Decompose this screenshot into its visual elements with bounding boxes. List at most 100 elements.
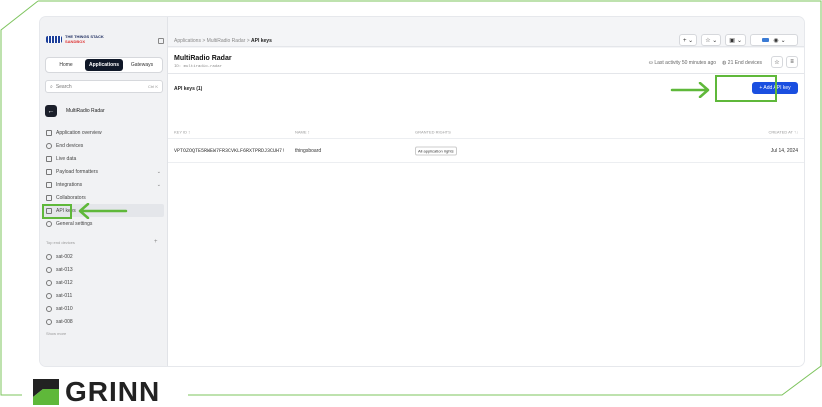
tab-applications[interactable]: Applications [85, 59, 123, 71]
page-header: MultiRadio Radar ID: multiradio-radar ⛀ … [168, 48, 804, 74]
app-logo[interactable]: THE THINGS STACK SANDBOX [46, 34, 104, 44]
top-bar-actions: + ⌄ ☆ ⌄ ▣ ⌄ ◉ ⌄ [679, 34, 798, 46]
top-nav-tabs: Home Applications Gateways [45, 57, 163, 73]
logo-line2: SANDBOX [65, 38, 86, 44]
breadcrumb-separator: > [202, 38, 206, 44]
integration-icon [46, 181, 52, 188]
top-bar: Applications > MultiRadio Radar > API ke… [168, 17, 804, 47]
menu-icon[interactable]: ≡ [786, 56, 798, 68]
sidebar-item-label: Collaborators [56, 194, 86, 201]
breadcrumb-applications[interactable]: Applications [174, 38, 201, 44]
device-label: sat-008 [56, 318, 73, 325]
star-icon[interactable]: ☆ [771, 56, 783, 68]
app-window: THE THINGS STACK SANDBOX Home Applicatio… [40, 17, 804, 366]
device-item[interactable]: sat-011 [42, 289, 164, 302]
logo-mark [46, 36, 62, 43]
device-icon [46, 305, 52, 312]
show-more-link[interactable]: Show more [46, 331, 66, 336]
device-icon [46, 266, 52, 273]
list-icon [46, 155, 52, 162]
sidebar-item-end-devices[interactable]: End devices [42, 139, 164, 152]
search-shortcut: Ctrl K [148, 84, 158, 89]
brand-logo: GRINN [33, 378, 160, 406]
header-actions: ☆ ≡ [771, 56, 798, 68]
sidebar-item-live-data[interactable]: Live data [42, 152, 164, 165]
profile-button[interactable]: ◉ ⌄ [750, 34, 798, 46]
breadcrumb-application[interactable]: MultiRadio Radar [207, 38, 246, 44]
arrow-left-icon [78, 203, 128, 219]
device-item[interactable]: sat-012 [42, 276, 164, 289]
notifications-button[interactable]: ▣ ⌄ [725, 34, 746, 46]
device-icon [46, 279, 52, 286]
tab-home[interactable]: Home [47, 59, 85, 71]
device-icon [46, 318, 52, 325]
search-placeholder: Search [55, 83, 72, 90]
device-item[interactable]: sat-010 [42, 302, 164, 315]
device-label: sat-013 [56, 266, 73, 273]
header-meta: ⛀ Last activity 50 minutes ago ◍ 21 End … [649, 60, 762, 66]
bell-icon: ▣ [729, 37, 735, 44]
key-name-cell: thingsboard [295, 147, 322, 154]
code-icon [46, 168, 52, 175]
column-created-at[interactable]: CREATED AT ↑↓ [768, 129, 798, 134]
rights-badge: All application rights [415, 146, 457, 155]
avatar-icon: ◉ [773, 37, 779, 44]
sidebar-item-label: General settings [56, 220, 93, 227]
breadcrumb-current: API keys [251, 38, 272, 44]
brand-mark-icon [33, 379, 59, 405]
application-id: ID: multiradio-radar [174, 65, 223, 69]
highlight-add-api-key [715, 75, 777, 102]
main-content: API keys (1) + Add API key KEY ID ↕ NAME… [168, 74, 804, 366]
sidebar-item-application-overview[interactable]: Application overview [42, 126, 164, 139]
api-keys-table: KEY ID ↕ NAME ↕ GRANTED RIGHTS CREATED A… [168, 125, 804, 163]
people-icon [46, 194, 52, 201]
device-icon [46, 253, 52, 260]
last-activity: Last activity 50 minutes ago [654, 60, 717, 66]
device-icon [46, 142, 52, 149]
grid-icon [46, 129, 52, 136]
chevron-down-icon[interactable]: ⌄ [157, 182, 161, 188]
device-item[interactable]: sat-013 [42, 263, 164, 276]
sidebar-item-label: Payload formatters [56, 168, 98, 175]
sidebar-item-label: Integrations [56, 181, 83, 188]
arrow-right-icon [670, 82, 710, 98]
api-keys-count: API keys (1) [174, 86, 203, 92]
notifications-chevron: ⌄ [736, 37, 742, 44]
device-item[interactable]: sat-008 [42, 315, 164, 328]
sidebar-item-label: End devices [56, 142, 84, 149]
bookmarks-button[interactable]: ☆ ⌄ [701, 34, 722, 46]
table-header: KEY ID ↕ NAME ↕ GRANTED RIGHTS CREATED A… [168, 125, 804, 139]
page-title: MultiRadio Radar [174, 55, 232, 62]
tab-gateways[interactable]: Gateways [123, 59, 161, 71]
end-device-count[interactable]: 21 End devices [728, 60, 762, 66]
sidebar-item-integrations[interactable]: Integrations ⌄ [42, 178, 164, 191]
sidebar: THE THINGS STACK SANDBOX Home Applicatio… [40, 17, 168, 366]
column-key-id[interactable]: KEY ID ↕ [174, 129, 190, 134]
profile-chevron: ⌄ [780, 37, 786, 44]
created-at-cell: Jul 14, 2024 [770, 147, 798, 154]
table-row[interactable]: VPTOZOQTE5RWEW7FR3CVKLF6RXTPRDJ3CUH7! th… [168, 139, 804, 163]
column-granted-rights: GRANTED RIGHTS [415, 129, 451, 134]
top-devices-list: sat-002 sat-013 sat-012 sat-011 sat-010 … [42, 250, 164, 328]
device-label: sat-012 [56, 279, 73, 286]
application-name: MultiRadio Radar [66, 108, 105, 114]
sidebar-collapse-icon[interactable] [158, 38, 164, 44]
device-label: sat-011 [56, 292, 73, 299]
add-device-button[interactable]: + [154, 239, 158, 245]
add-menu-button[interactable]: + ⌄ [679, 34, 698, 46]
org-logo-icon [762, 38, 770, 42]
sidebar-item-payload-formatters[interactable]: Payload formatters ⌄ [42, 165, 164, 178]
search-icon: ⌕ [50, 83, 53, 90]
breadcrumb-separator: > [246, 38, 250, 44]
device-item[interactable]: sat-002 [42, 250, 164, 263]
back-button[interactable]: ← [45, 105, 57, 117]
top-devices-heading: Top end devices [46, 240, 75, 245]
chevron-down-icon[interactable]: ⌄ [157, 169, 161, 175]
brand-name: GRINN [65, 376, 161, 407]
device-icon [46, 292, 52, 299]
sidebar-item-label: Live data [56, 155, 77, 162]
search-input[interactable]: ⌕ Search Ctrl K [45, 80, 163, 93]
sidebar-item-label: Application overview [56, 129, 102, 136]
column-name[interactable]: NAME ↕ [295, 129, 310, 134]
device-label: sat-002 [56, 253, 73, 260]
